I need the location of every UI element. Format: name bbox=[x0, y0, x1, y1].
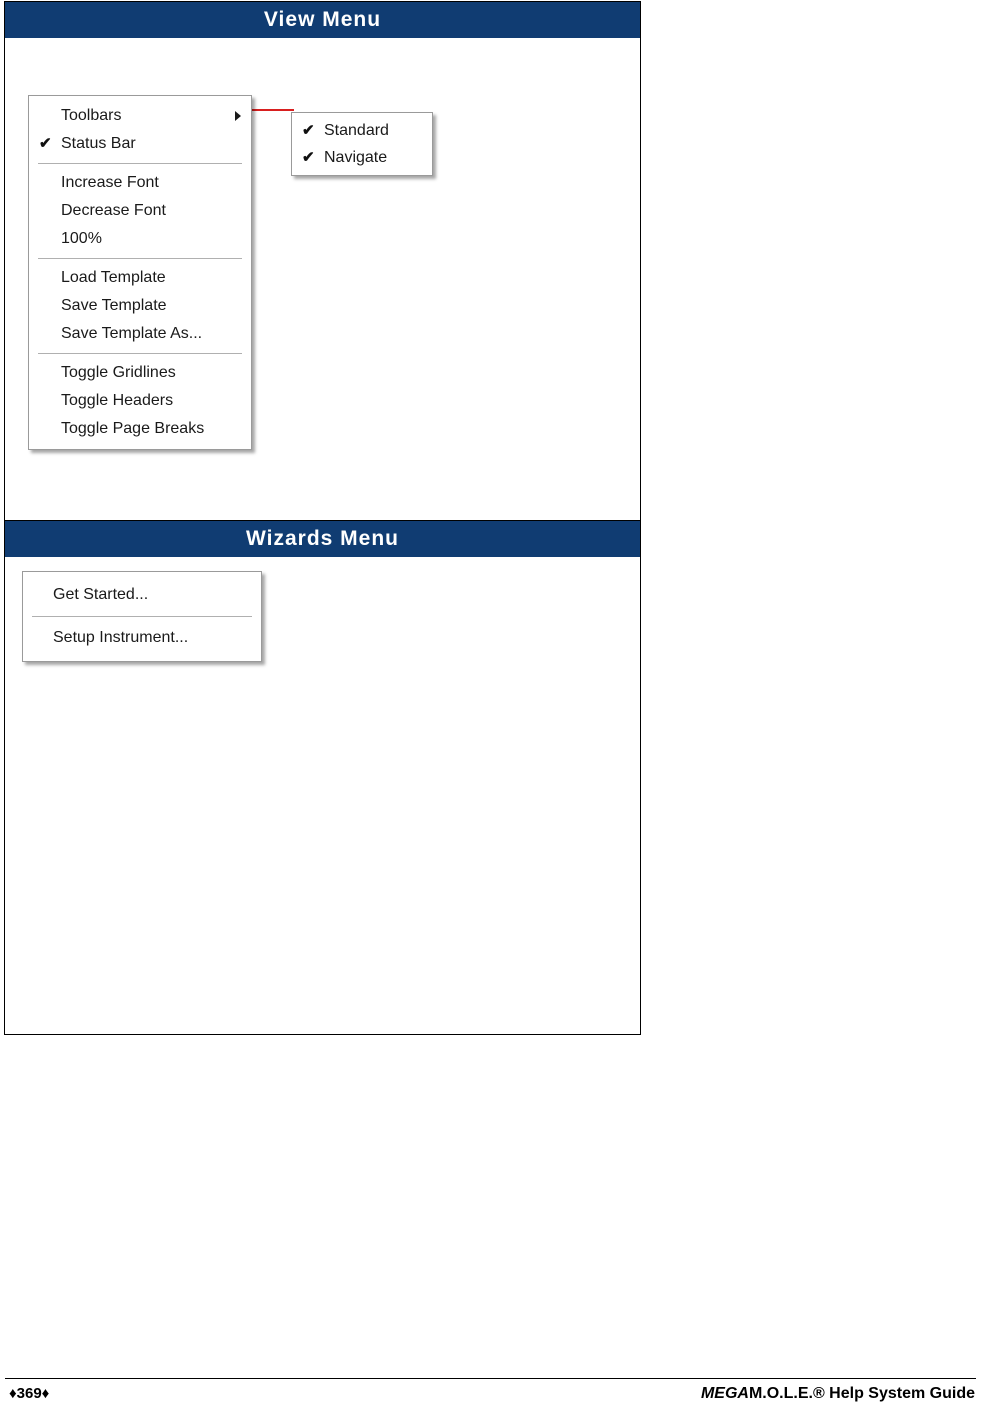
page-number: ♦369♦ bbox=[9, 1385, 50, 1402]
menu-item-setup-instrument[interactable]: Setup Instrument... bbox=[23, 623, 261, 653]
menu-item-label: Load Template bbox=[61, 269, 166, 286]
menu-item-load-template[interactable]: Load Template bbox=[29, 264, 251, 292]
footer-title-rest: M.O.L.E.® Help System Guide bbox=[748, 1385, 975, 1402]
submenu-item-standard[interactable]: ✔ Standard bbox=[292, 117, 432, 144]
menu-item-label: Decrease Font bbox=[61, 202, 166, 219]
menu-item-toggle-gridlines[interactable]: Toggle Gridlines bbox=[29, 359, 251, 387]
menu-item-increase-font[interactable]: Increase Font bbox=[29, 169, 251, 197]
menu-item-toggle-headers[interactable]: Toggle Headers bbox=[29, 387, 251, 415]
menu-separator bbox=[32, 616, 252, 617]
wizards-dropdown-menu[interactable]: Get Started... Setup Instrument... bbox=[22, 571, 262, 662]
submenu-connector-line bbox=[250, 109, 294, 111]
menu-item-toolbars[interactable]: Toolbars bbox=[29, 102, 251, 130]
menu-separator bbox=[38, 353, 242, 354]
menu-item-status-bar[interactable]: ✔ Status Bar bbox=[29, 130, 251, 158]
menu-item-decrease-font[interactable]: Decrease Font bbox=[29, 197, 251, 225]
menu-item-toggle-page-breaks[interactable]: Toggle Page Breaks bbox=[29, 415, 251, 443]
submenu-item-label: Standard bbox=[324, 122, 389, 139]
menu-item-label: Get Started... bbox=[53, 586, 149, 603]
submenu-item-navigate[interactable]: ✔ Navigate bbox=[292, 144, 432, 171]
menu-item-label: Toggle Headers bbox=[61, 392, 174, 409]
menu-item-get-started[interactable]: Get Started... bbox=[23, 580, 261, 610]
menu-item-label: Toggle Gridlines bbox=[61, 364, 176, 381]
menu-item-zoom-100[interactable]: 100% bbox=[29, 225, 251, 253]
menu-item-save-template-as[interactable]: Save Template As... bbox=[29, 320, 251, 348]
menu-item-label: Toggle Page Breaks bbox=[61, 420, 205, 437]
menu-item-label: 100% bbox=[61, 230, 102, 247]
view-menu-section: View Menu Toolbars ✔ Status Bar Increase… bbox=[4, 1, 641, 522]
footer-title: MEGAM.O.L.E.® Help System Guide bbox=[701, 1385, 975, 1403]
menu-item-label: Toolbars bbox=[61, 107, 122, 124]
footer-title-brand: MEGA bbox=[700, 1385, 749, 1402]
check-icon-status-bar: ✔ bbox=[39, 135, 52, 152]
menu-item-label: Status Bar bbox=[61, 135, 136, 152]
menu-separator bbox=[38, 258, 242, 259]
page-footer: ♦369♦ MEGAM.O.L.E.® Help System Guide bbox=[0, 1385, 981, 1419]
wizards-menu-section-title: Wizards Menu bbox=[5, 521, 640, 557]
check-icon-standard: ✔ bbox=[302, 122, 315, 139]
submenu-item-label: Navigate bbox=[324, 149, 388, 166]
submenu-arrow-icon bbox=[235, 111, 241, 121]
menu-item-label: Save Template bbox=[61, 297, 167, 314]
menu-item-label: Setup Instrument... bbox=[53, 629, 189, 646]
view-dropdown-menu[interactable]: Toolbars ✔ Status Bar Increase Font Decr… bbox=[28, 95, 252, 450]
footer-divider bbox=[5, 1378, 976, 1379]
menu-separator bbox=[38, 163, 242, 164]
view-menu-section-title: View Menu bbox=[5, 2, 640, 38]
toolbars-submenu[interactable]: ✔ Standard ✔ Navigate bbox=[291, 112, 433, 176]
menu-item-label: Save Template As... bbox=[61, 325, 203, 342]
check-icon-navigate: ✔ bbox=[302, 149, 315, 166]
menu-item-save-template[interactable]: Save Template bbox=[29, 292, 251, 320]
menu-item-label: Increase Font bbox=[61, 174, 159, 191]
